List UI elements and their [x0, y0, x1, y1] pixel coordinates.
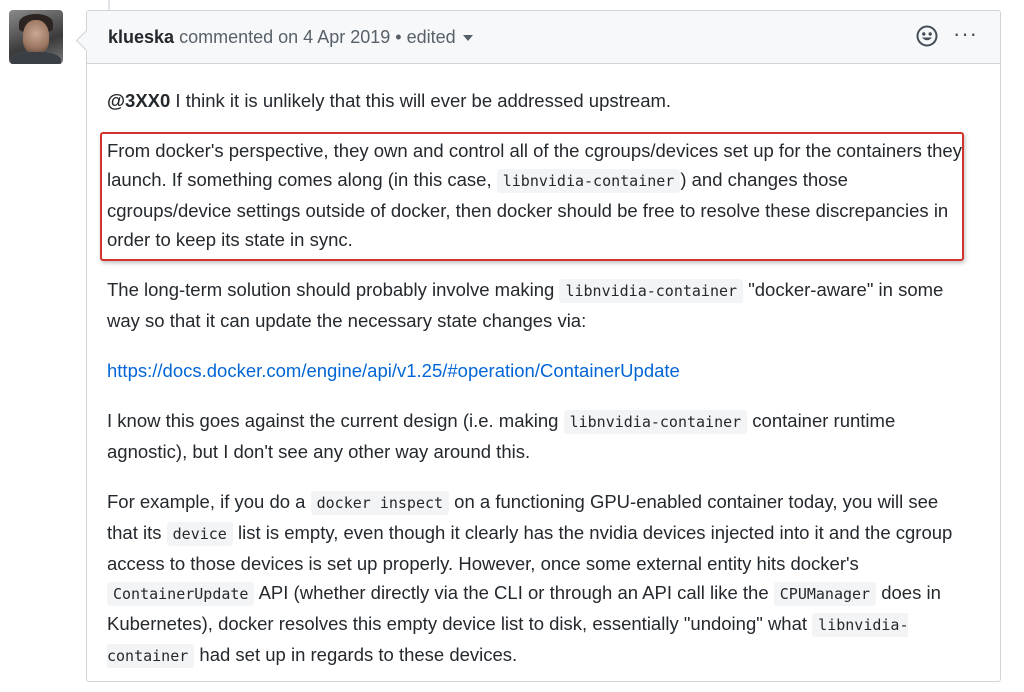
- comment-header-text: klueska commented on 4 Apr 2019 • edited: [108, 27, 473, 48]
- user-mention[interactable]: @3XX0: [107, 90, 170, 111]
- comment-date[interactable]: 4 Apr 2019: [303, 27, 390, 47]
- paragraph-1: @3XX0 I think it is unlikely that this w…: [107, 86, 967, 115]
- kebab-horizontal-icon[interactable]: ···: [953, 23, 978, 45]
- inline-code: libnvidia-container: [559, 279, 744, 303]
- smiley-face-icon[interactable]: [915, 24, 939, 48]
- inline-code: ContainerUpdate: [107, 582, 255, 606]
- comment-body: @3XX0 I think it is unlikely that this w…: [107, 86, 967, 692]
- text-span: list is empty, even though it clearly ha…: [107, 522, 953, 574]
- comment-header: klueska commented on 4 Apr 2019 • edited…: [87, 11, 1000, 64]
- text-span: API (whether directly via the CLI or thr…: [254, 582, 774, 603]
- avatar-shoulders: [11, 52, 61, 64]
- paragraph-2: From docker's perspective, they own and …: [107, 136, 967, 254]
- edited-dropdown[interactable]: edited: [407, 27, 473, 47]
- inline-code: libnvidia-container: [496, 169, 681, 193]
- inline-code: libnvidia-container: [563, 410, 748, 434]
- comment-action: commented on: [179, 27, 299, 47]
- inline-code: docker inspect: [310, 491, 450, 515]
- text-span: had set up in regards to these devices.: [194, 644, 518, 665]
- paragraph-5: I know this goes against the current des…: [107, 406, 967, 466]
- avatar-face: [23, 20, 49, 54]
- text-span: For example, if you do a: [107, 491, 311, 512]
- text-span: I know this goes against the current des…: [107, 410, 564, 431]
- header-separator: •: [395, 27, 402, 47]
- author-name[interactable]: klueska: [108, 27, 174, 47]
- paragraph-4: https://docs.docker.com/engine/api/v1.25…: [107, 356, 967, 385]
- header-actions: ···: [915, 23, 978, 48]
- inline-code: device: [166, 522, 233, 546]
- paragraph-3: The long-term solution should probably i…: [107, 275, 967, 335]
- paragraph-6: For example, if you do a docker inspect …: [107, 487, 967, 671]
- text-span: The long-term solution should probably i…: [107, 279, 560, 300]
- edited-label: edited: [406, 27, 456, 47]
- paragraph-1-text: I think it is unlikely that this will ev…: [170, 90, 672, 111]
- inline-code: CPUManager: [773, 582, 877, 606]
- docker-api-link[interactable]: https://docs.docker.com/engine/api/v1.25…: [107, 360, 680, 381]
- caret-down-icon: [462, 35, 473, 42]
- user-avatar[interactable]: [9, 10, 63, 64]
